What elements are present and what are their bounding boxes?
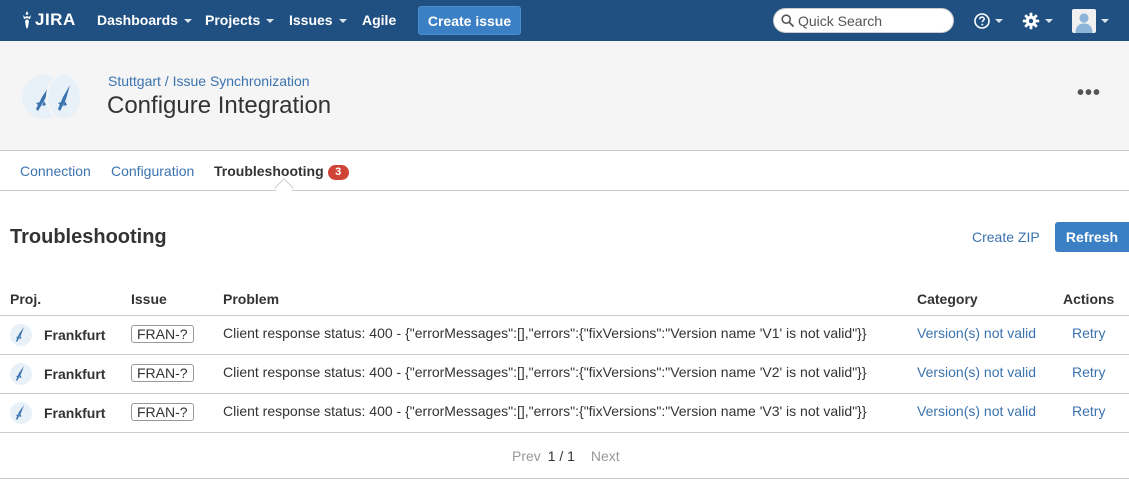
divider <box>0 432 1129 433</box>
page-header: Stuttgart / Issue Synchronization Config… <box>0 41 1129 151</box>
problem-text: Client response status: 400 - {"errorMes… <box>223 325 867 341</box>
category-link[interactable]: Version(s) not valid <box>917 364 1036 380</box>
next-page-link[interactable]: Next <box>591 448 620 464</box>
create-issue-button[interactable]: Create issue <box>418 6 521 35</box>
create-zip-link[interactable]: Create ZIP <box>972 229 1040 245</box>
nav-agile[interactable]: Agile <box>362 0 396 41</box>
jira-logo-icon <box>23 11 31 29</box>
quick-search[interactable] <box>773 8 954 33</box>
column-header-category: Category <box>917 291 978 307</box>
project-avatar <box>10 324 32 346</box>
tab-bar: Connection Configuration Troubleshooting… <box>0 152 1129 191</box>
refresh-button[interactable]: Refresh <box>1055 222 1129 252</box>
nav-projects-label: Projects <box>205 12 261 28</box>
nav-agile-label: Agile <box>362 12 397 28</box>
prev-page-link[interactable]: Prev <box>512 448 541 464</box>
nav-issues[interactable]: Issues <box>289 0 347 41</box>
count-badge: 3 <box>327 165 349 180</box>
top-navigation-bar: JIRA Dashboards Projects Issues Agile Cr… <box>0 0 1129 41</box>
nav-dashboards-label: Dashboards <box>97 12 178 28</box>
rocket-icon <box>16 327 24 342</box>
column-header-proj: Proj. <box>10 291 42 307</box>
table-row: Frankfurt FRAN-? Client response status:… <box>0 315 1129 354</box>
project-name[interactable]: Frankfurt <box>44 405 105 421</box>
tab-troubleshooting-label: Troubleshooting <box>214 163 324 179</box>
divider <box>0 478 1129 479</box>
chevron-down-icon <box>1045 18 1053 23</box>
issue-key[interactable]: FRAN-? <box>131 325 194 343</box>
more-actions-button[interactable]: ••• <box>1077 83 1105 105</box>
rocket-icon <box>16 405 24 420</box>
rocket-icon <box>16 366 24 381</box>
settings-menu[interactable] <box>1022 0 1053 41</box>
nav-dashboards[interactable]: Dashboards <box>97 0 192 41</box>
project-avatars <box>20 73 82 121</box>
user-avatar-icon <box>1072 8 1096 33</box>
help-icon <box>974 12 990 29</box>
column-header-actions: Actions <box>1063 291 1115 307</box>
search-input[interactable] <box>798 9 948 32</box>
category-link[interactable]: Version(s) not valid <box>917 403 1036 419</box>
project-name[interactable]: Frankfurt <box>44 327 105 343</box>
jira-logo[interactable]: JIRA <box>20 9 76 31</box>
project-avatar <box>10 363 32 385</box>
retry-link[interactable]: Retry <box>1072 403 1105 419</box>
logo-text: JIRA <box>35 10 76 29</box>
chevron-down-icon <box>995 18 1003 23</box>
issue-key[interactable]: FRAN-? <box>131 403 194 421</box>
chevron-down-icon <box>183 19 192 24</box>
problem-text: Client response status: 400 - {"errorMes… <box>223 403 867 419</box>
nav-projects[interactable]: Projects <box>205 0 275 41</box>
category-link[interactable]: Version(s) not valid <box>917 325 1036 341</box>
rocket-icon <box>58 85 70 111</box>
project-avatar <box>46 73 82 121</box>
column-header-issue: Issue <box>131 291 167 307</box>
chevron-down-icon <box>1101 18 1109 23</box>
project-name[interactable]: Frankfurt <box>44 366 105 382</box>
table-row: Frankfurt FRAN-? Client response status:… <box>0 393 1129 432</box>
search-icon <box>781 14 794 27</box>
breadcrumb[interactable]: Stuttgart / Issue Synchronization <box>108 73 310 89</box>
pagination: Prev 1 / 1 Next <box>512 448 620 464</box>
tab-configuration[interactable]: Configuration <box>111 152 194 190</box>
help-menu[interactable] <box>974 0 1003 41</box>
issue-key[interactable]: FRAN-? <box>131 364 194 382</box>
nav-issues-label: Issues <box>289 12 333 28</box>
gear-icon <box>1022 12 1040 29</box>
chevron-down-icon <box>266 19 275 24</box>
problem-text: Client response status: 400 - {"errorMes… <box>223 364 867 380</box>
retry-link[interactable]: Retry <box>1072 364 1105 380</box>
retry-link[interactable]: Retry <box>1072 325 1105 341</box>
user-menu[interactable] <box>1072 0 1109 41</box>
tab-connection[interactable]: Connection <box>20 152 91 190</box>
column-header-problem: Problem <box>223 291 280 307</box>
chevron-down-icon <box>338 19 347 24</box>
page-title: Configure Integration <box>107 92 332 119</box>
section-title: Troubleshooting <box>10 226 167 248</box>
page-indicator: 1 / 1 <box>547 448 575 464</box>
table-row: Frankfurt FRAN-? Client response status:… <box>0 354 1129 393</box>
project-avatar <box>10 402 32 424</box>
